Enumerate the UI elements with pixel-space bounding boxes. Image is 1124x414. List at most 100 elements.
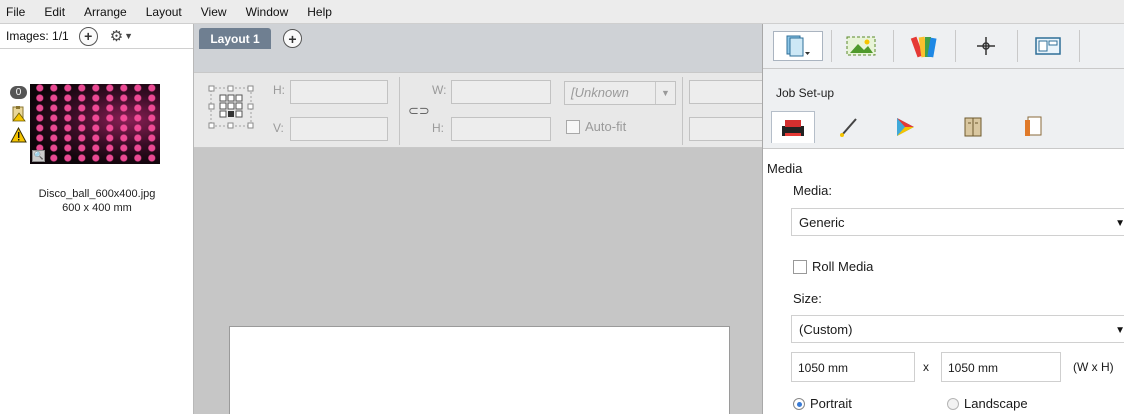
landscape-label: Landscape xyxy=(964,396,1028,411)
autofit-checkbox-box[interactable] xyxy=(566,119,580,134)
pages-tab[interactable] xyxy=(1011,111,1055,143)
icon-bar-divider xyxy=(893,30,894,62)
autofit-label: Auto-fit xyxy=(585,119,627,134)
icon-bar-divider xyxy=(955,30,956,62)
picture-icon xyxy=(846,36,876,56)
brush-tab[interactable] xyxy=(827,111,871,143)
wxh-label: (W x H) xyxy=(1073,360,1114,374)
size-select-value: (Custom) xyxy=(799,322,853,337)
layout-window-icon xyxy=(1035,37,1061,55)
height-field[interactable] xyxy=(451,117,551,141)
book-icon xyxy=(964,117,982,137)
width-input[interactable]: 1050 mm xyxy=(791,352,915,382)
portrait-label: Portrait xyxy=(810,396,852,411)
extra-field-bottom[interactable] xyxy=(689,117,762,141)
unit-select-value: [Unknown xyxy=(571,85,629,100)
height-label: H: xyxy=(432,121,444,135)
dimension-x-label: x xyxy=(923,360,929,374)
warning-icon xyxy=(10,127,27,143)
image-file-size: 600 x 400 mm xyxy=(62,202,132,214)
image-file-name: Disco_ball_600x400.jpg xyxy=(38,188,156,200)
gear-icon[interactable]: ⚙ xyxy=(110,27,123,45)
menu-file[interactable]: File xyxy=(6,5,36,19)
job-setup-panel: Job Set-up Media Media: Generic ▼ Roll M… xyxy=(762,24,1124,414)
marks-tab[interactable] xyxy=(965,31,1007,61)
portrait-radio-button[interactable] xyxy=(793,398,805,410)
layout-tab-strip: Layout 1 + xyxy=(194,24,762,72)
images-panel-header: Images: 1/1 + ⚙ ▼ xyxy=(0,24,193,49)
image-thumbnail[interactable]: 🔍 xyxy=(30,84,160,164)
panel-icon-bar xyxy=(763,24,1124,69)
add-layout-button[interactable]: + xyxy=(283,29,302,48)
chevron-down-icon[interactable]: ▼ xyxy=(1115,325,1124,336)
unit-select[interactable]: [Unknown ▼ xyxy=(564,81,676,105)
autofit-checkbox[interactable]: Auto-fit xyxy=(566,119,626,134)
brush-icon xyxy=(840,118,857,137)
roll-media-label: Roll Media xyxy=(812,259,874,274)
images-count-label: Images: 1/1 xyxy=(6,29,69,43)
roll-media-checkbox-box[interactable] xyxy=(793,259,807,274)
layout-tab[interactable] xyxy=(1027,31,1069,61)
menu-layout[interactable]: Layout xyxy=(146,5,193,19)
media-select[interactable]: Generic ▼ xyxy=(791,208,1124,236)
booklet-tab[interactable] xyxy=(951,111,995,143)
document-icon xyxy=(786,35,810,57)
toolbar-divider xyxy=(399,77,400,145)
images-panel: Images: 1/1 + ⚙ ▼ 0 🔍 Disco_ball_600x400.… xyxy=(0,24,194,414)
icon-bar-divider xyxy=(1017,30,1018,62)
toolbar-divider xyxy=(682,77,683,145)
landscape-radio[interactable]: Landscape xyxy=(947,396,1028,411)
h-position-label: H: xyxy=(273,83,285,97)
chevron-down-icon[interactable]: ▼ xyxy=(124,31,133,41)
add-image-button[interactable]: + xyxy=(78,26,98,46)
image-settings-tab[interactable] xyxy=(841,31,883,61)
v-position-field[interactable] xyxy=(290,117,388,141)
height-input[interactable]: 1050 mm xyxy=(941,352,1061,382)
count-badge: 0 xyxy=(10,86,27,99)
width-label: W: xyxy=(432,83,447,97)
layout-canvas[interactable] xyxy=(194,148,762,414)
color-triangle-icon xyxy=(897,118,914,136)
crosshair-icon xyxy=(977,37,995,55)
extra-field-top[interactable] xyxy=(689,80,762,104)
size-label: Size: xyxy=(793,291,822,306)
job-setup-tab[interactable] xyxy=(773,31,823,61)
menu-window[interactable]: Window xyxy=(246,5,300,19)
menu-help[interactable]: Help xyxy=(307,5,343,19)
media-label: Media: xyxy=(793,183,833,198)
chevron-down-icon[interactable]: ▼ xyxy=(655,82,675,104)
roll-media-checkbox[interactable]: Roll Media xyxy=(793,259,873,274)
pages-icon xyxy=(1025,116,1042,136)
menu-view[interactable]: View xyxy=(201,5,238,19)
portrait-radio[interactable]: Portrait xyxy=(793,396,852,411)
layout-page[interactable] xyxy=(229,326,730,414)
menu-bar: File Edit Arrange Layout View Window Hel… xyxy=(0,0,1124,24)
printer-icon xyxy=(782,119,804,136)
media-select-value: Generic xyxy=(799,215,845,230)
color-management-tab[interactable] xyxy=(883,111,927,143)
menu-edit[interactable]: Edit xyxy=(44,5,76,19)
size-select[interactable]: (Custom) ▼ xyxy=(791,315,1124,343)
v-position-label: V: xyxy=(273,121,284,135)
media-settings: Media Media: Generic ▼ Roll Media Size: … xyxy=(763,149,1124,414)
landscape-radio-button[interactable] xyxy=(947,398,959,410)
anchor-grid-icon[interactable] xyxy=(208,85,254,129)
link-proportions-icon[interactable]: ⊂⊃ xyxy=(408,103,430,119)
media-heading: Media xyxy=(767,161,803,176)
section-title: Job Set-up xyxy=(776,86,835,100)
width-field[interactable] xyxy=(451,80,551,104)
h-position-field[interactable] xyxy=(290,80,388,104)
icon-bar-divider xyxy=(831,30,832,62)
printer-tab[interactable] xyxy=(771,111,815,143)
magnify-icon[interactable]: 🔍 xyxy=(32,150,45,162)
chevron-down-icon[interactable]: ▼ xyxy=(1115,218,1124,229)
job-setup-section: Job Set-up xyxy=(763,69,1124,149)
menu-arrange[interactable]: Arrange xyxy=(84,5,138,19)
image-caption: Disco_ball_600x400.jpg 600 x 400 mm xyxy=(0,187,194,215)
clipboard-warning-icon xyxy=(12,106,26,122)
icon-bar-divider xyxy=(1079,30,1080,62)
color-settings-tab[interactable] xyxy=(903,31,945,61)
position-toolbar: H: V: ⊂⊃ W: H: [Unknown ▼ Auto-fit xyxy=(194,72,762,148)
tab-layout-1[interactable]: Layout 1 xyxy=(199,28,271,49)
color-swatch-icon xyxy=(910,36,937,58)
